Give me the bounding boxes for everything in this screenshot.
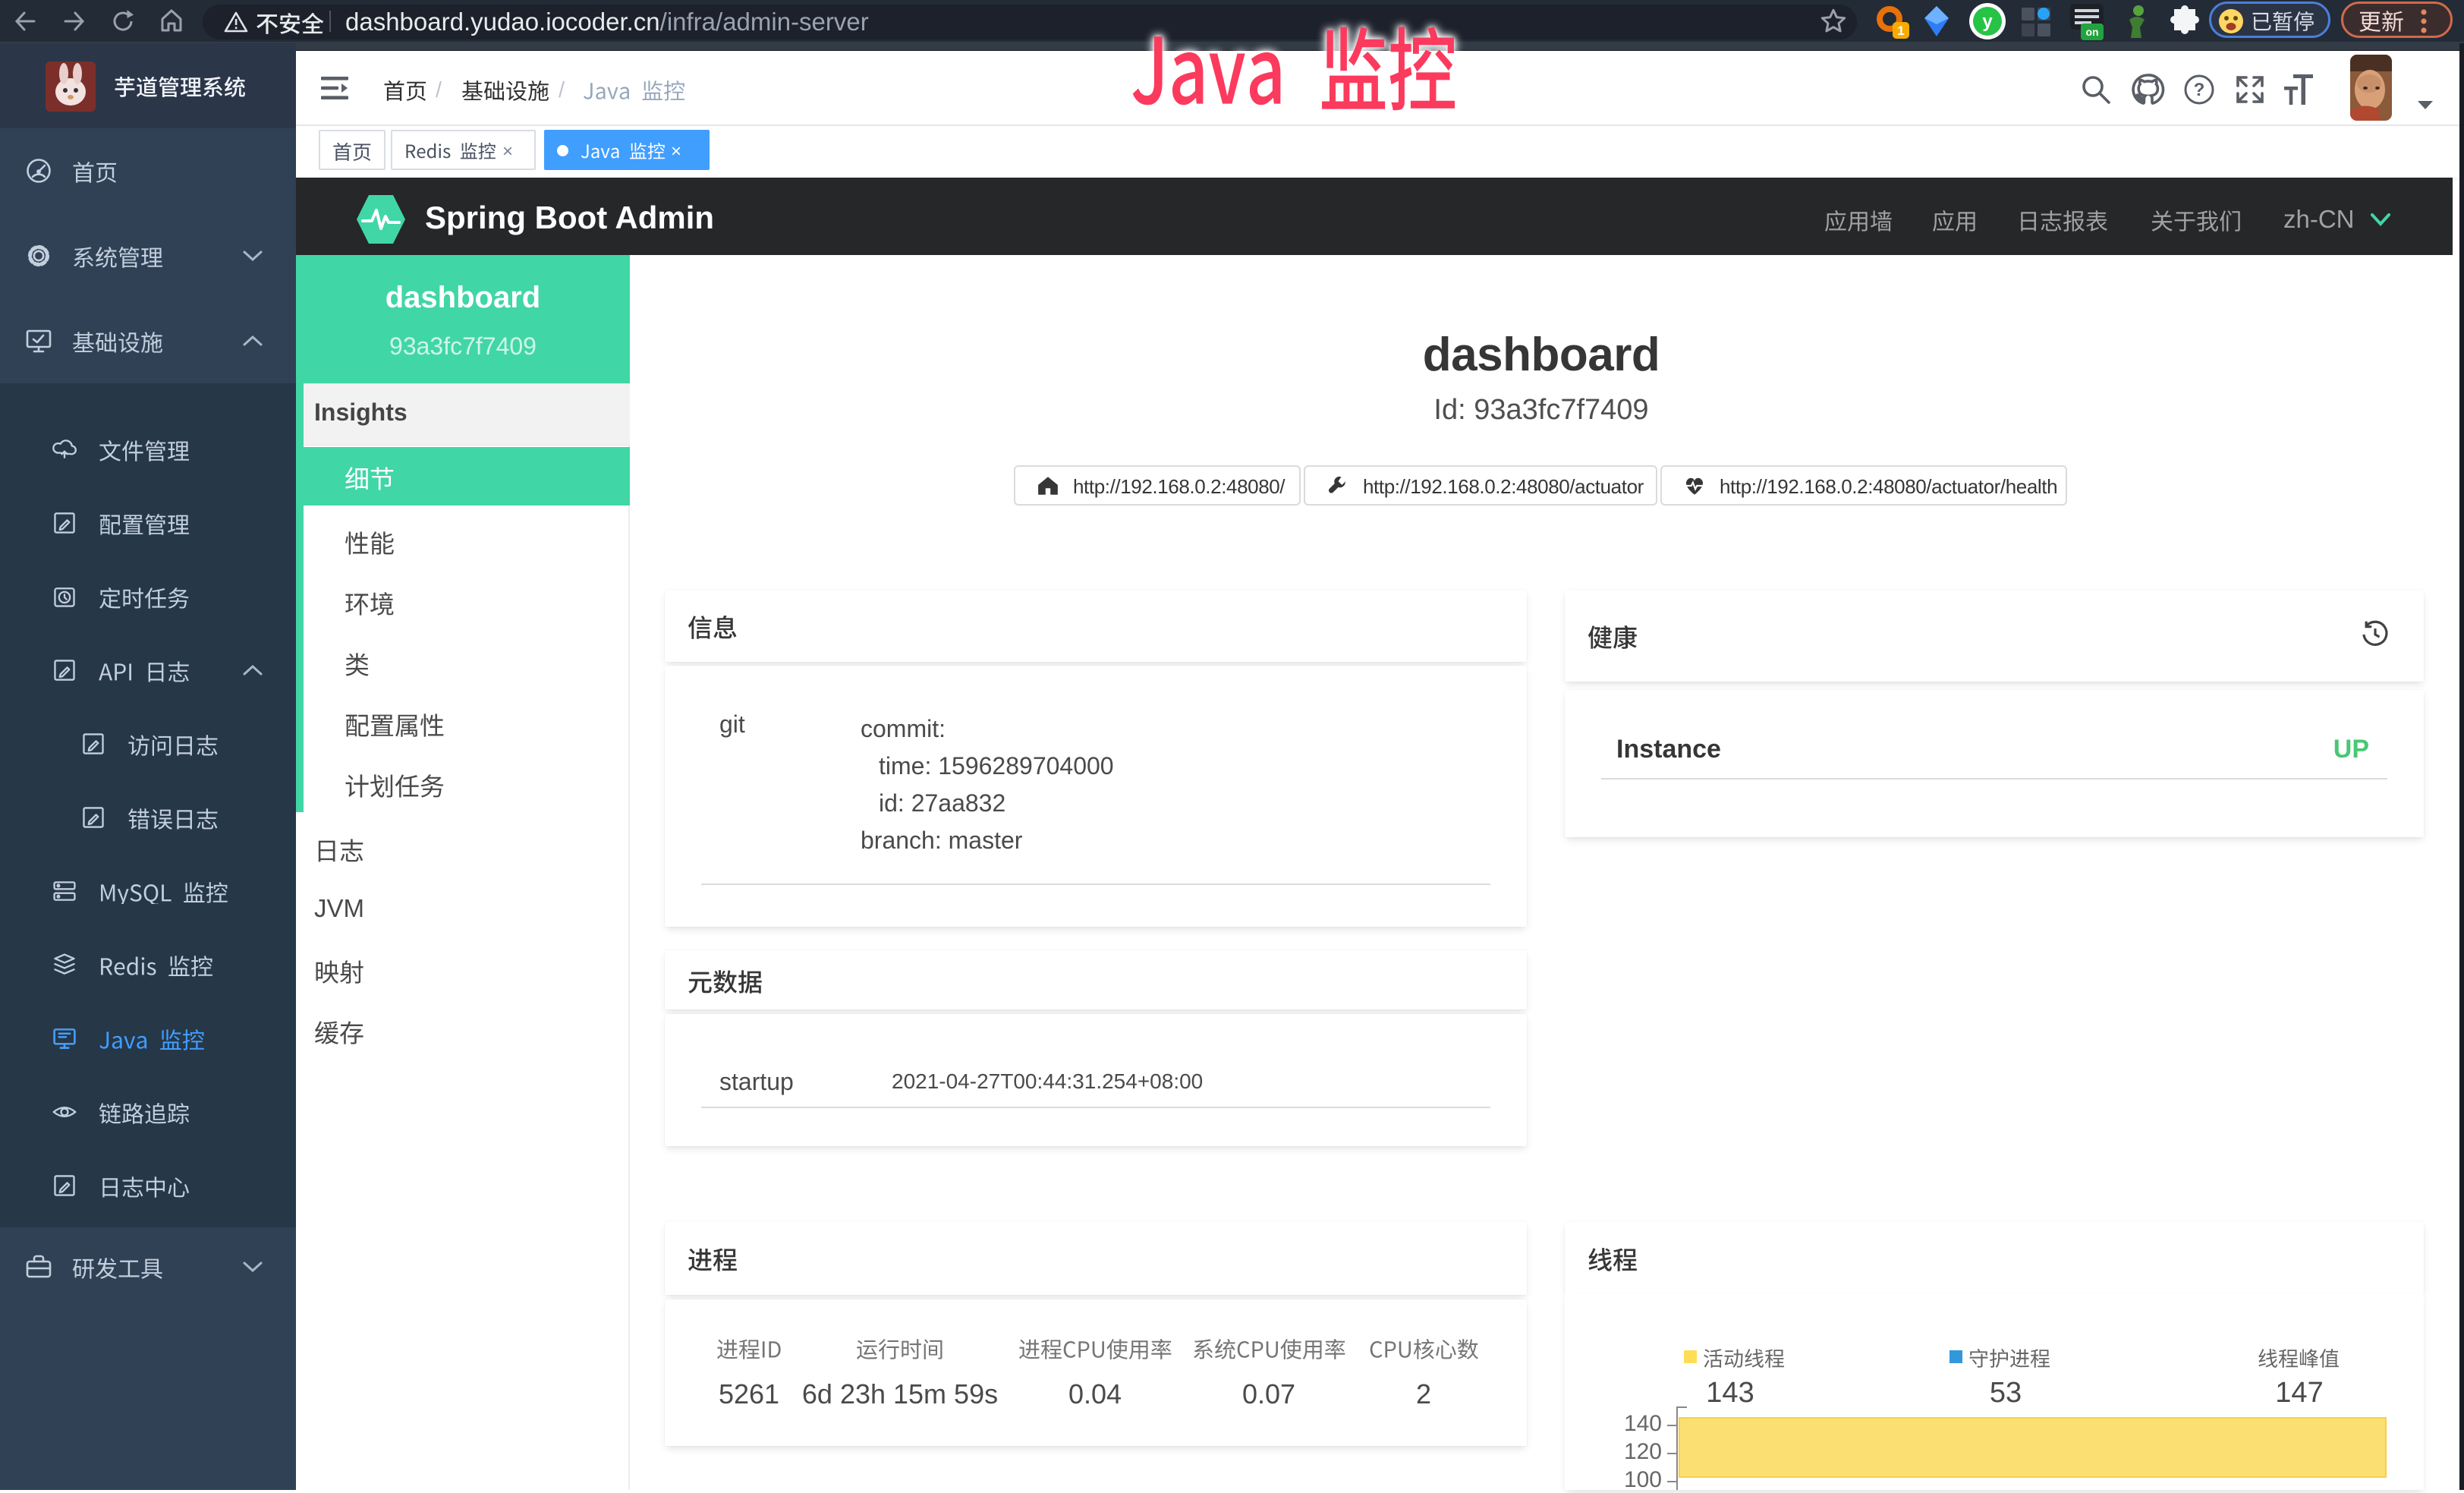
svg-text:?: ? (2194, 80, 2205, 100)
svg-text:1: 1 (1897, 24, 1904, 38)
svg-text:y: y (1982, 11, 1993, 32)
svg-text:on: on (2085, 26, 2098, 38)
